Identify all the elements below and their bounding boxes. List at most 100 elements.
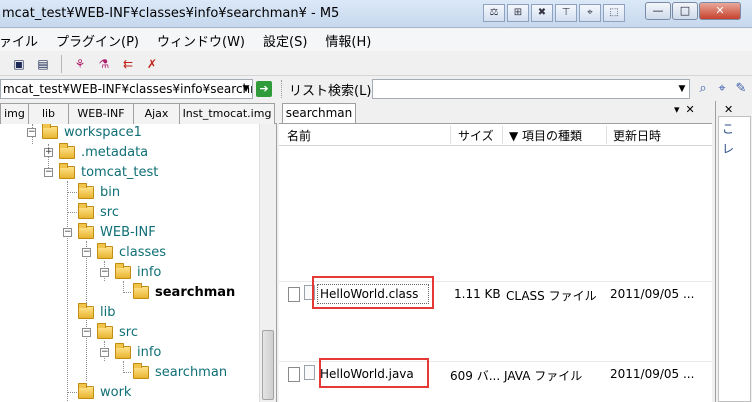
delete-icon[interactable]: ✗ bbox=[143, 55, 161, 73]
tree-node-label: searchman bbox=[155, 364, 228, 380]
tree-node-classes[interactable]: − classes bbox=[82, 242, 166, 262]
layout-icon-1[interactable]: ⚖ bbox=[483, 4, 505, 22]
tab-searchman[interactable]: searchman bbox=[282, 103, 356, 123]
menu-file[interactable]: ファイル bbox=[0, 31, 38, 50]
address-dropdown-icon[interactable]: ▼ bbox=[240, 81, 252, 97]
expand-icon[interactable]: + bbox=[44, 147, 53, 157]
file-date: 2011/09/05 ... bbox=[610, 367, 695, 381]
search-advanced-icon[interactable]: ⌖ bbox=[713, 80, 731, 98]
layout-icon-3[interactable]: ✖ bbox=[531, 4, 553, 22]
file-size: 1.11 KB bbox=[454, 287, 501, 301]
column-separator bbox=[450, 126, 451, 144]
layout-icon-4[interactable]: ⊤ bbox=[555, 4, 577, 22]
collapse-icon[interactable]: − bbox=[82, 247, 91, 257]
side-panel-content: こ レ bbox=[718, 116, 751, 402]
move-icon[interactable]: ⇇ bbox=[119, 55, 137, 73]
file-checkbox[interactable] bbox=[288, 287, 300, 302]
tab-inst-tmocat-img[interactable]: Inst_tmocat.img bbox=[179, 103, 275, 124]
tree-connector bbox=[67, 181, 68, 401]
tree-node-info-2[interactable]: − info bbox=[100, 342, 161, 362]
collapse-icon[interactable]: − bbox=[27, 127, 36, 137]
panel-close-icon[interactable]: ✕ bbox=[724, 103, 733, 116]
folder-icon bbox=[78, 222, 94, 239]
tree-node-label: .metadata bbox=[81, 144, 149, 160]
toolbar-separator bbox=[61, 54, 62, 73]
folder-icon bbox=[97, 242, 113, 259]
search-dropdown-icon[interactable]: ▼ bbox=[676, 81, 688, 97]
tree-node-label: work bbox=[100, 384, 132, 400]
tree-node-label: src bbox=[119, 324, 138, 340]
tree-node-metadata[interactable]: + .metadata bbox=[44, 142, 148, 162]
close-button[interactable]: ✕ bbox=[699, 2, 741, 20]
pencil-icon[interactable]: ✎ bbox=[732, 80, 750, 98]
left-pane-tabs: img lib WEB-INF Ajax Inst_tmocat.img bbox=[0, 103, 277, 124]
collapse-icon[interactable]: − bbox=[100, 267, 109, 277]
tree-node-label: info bbox=[137, 264, 162, 280]
tab-img[interactable]: img bbox=[0, 103, 29, 124]
folder-icon bbox=[78, 302, 94, 319]
monitor-icon[interactable]: ▣ bbox=[10, 55, 28, 73]
window-title: mcat_test¥WEB-INF¥classes¥info¥searchman… bbox=[2, 6, 340, 21]
search-icon[interactable]: ⌕ bbox=[694, 80, 712, 98]
go-arrow-icon[interactable]: ➔ bbox=[256, 81, 272, 97]
column-header: 名前 サイズ ▼ 項目の種類 更新日時 bbox=[279, 124, 712, 146]
tree-node-searchman-selected[interactable]: searchman bbox=[133, 282, 235, 302]
side-panel-item[interactable]: レ bbox=[722, 140, 734, 157]
tree-node-src-2[interactable]: − src bbox=[82, 322, 138, 342]
tab-close-icon[interactable]: ✕ bbox=[686, 103, 695, 116]
menu-settings[interactable]: 設定(S) bbox=[263, 31, 307, 50]
menu-window[interactable]: ウィンドウ(W) bbox=[157, 31, 245, 50]
tree-node-lib[interactable]: lib bbox=[78, 302, 115, 322]
tree-node-web-inf[interactable]: − WEB-INF bbox=[63, 222, 156, 242]
tree-node-workspace1[interactable]: − workspace1 bbox=[27, 124, 142, 142]
minimize-button[interactable]: — bbox=[645, 2, 671, 20]
tab-lib[interactable]: lib bbox=[28, 103, 69, 124]
tree-node-info[interactable]: − info bbox=[100, 262, 161, 282]
list-search-input[interactable] bbox=[372, 79, 690, 99]
folder-icon bbox=[115, 342, 131, 359]
collapse-icon[interactable]: − bbox=[63, 227, 72, 237]
file-type: CLASS ファイル bbox=[506, 289, 597, 303]
highlight-box-class-file bbox=[312, 276, 434, 309]
tree-node-work[interactable]: work bbox=[78, 382, 131, 402]
menu-plugin[interactable]: プラグイン(P) bbox=[56, 31, 139, 50]
tree-scrollbar-thumb[interactable] bbox=[262, 330, 274, 400]
tree-connector bbox=[123, 292, 131, 293]
tree-node-bin[interactable]: bin bbox=[78, 182, 120, 202]
menu-info[interactable]: 情報(H) bbox=[325, 31, 371, 50]
layout-icon-5[interactable]: ⌖ bbox=[579, 4, 601, 22]
tree-node-label: workspace1 bbox=[64, 124, 142, 140]
collapse-icon[interactable]: − bbox=[100, 347, 109, 357]
layout-icon-2[interactable]: ⊞ bbox=[507, 4, 529, 22]
tab-dropdown-icon[interactable]: ▾ bbox=[674, 103, 680, 116]
copy-icon[interactable]: ⚘ bbox=[71, 55, 89, 73]
tree-node-src[interactable]: src bbox=[78, 202, 119, 222]
folder-icon bbox=[59, 142, 75, 159]
folder-icon bbox=[78, 382, 94, 399]
column-size[interactable]: サイズ bbox=[458, 127, 494, 144]
file-icon bbox=[304, 365, 315, 380]
tree-scrollbar[interactable] bbox=[259, 124, 276, 402]
column-type[interactable]: ▼ 項目の種類 bbox=[509, 127, 582, 144]
tab-ajax[interactable]: Ajax bbox=[133, 103, 180, 124]
column-separator bbox=[606, 126, 607, 144]
folder-icon bbox=[78, 182, 94, 199]
paste-icon[interactable]: ⚗ bbox=[95, 55, 113, 73]
side-panel-item[interactable]: こ bbox=[722, 120, 734, 137]
tree-node-label: searchman bbox=[155, 284, 236, 300]
column-date[interactable]: 更新日時 bbox=[613, 127, 661, 144]
collapse-icon[interactable]: − bbox=[82, 327, 91, 337]
folder-icon bbox=[133, 282, 149, 299]
tree-node-tomcat-test[interactable]: − tomcat_test bbox=[44, 162, 158, 182]
maximize-button[interactable]: □ bbox=[672, 2, 698, 20]
layout-icon-6[interactable]: ⬚ bbox=[603, 4, 625, 22]
collapse-icon[interactable]: − bbox=[44, 167, 53, 177]
file-size: 609 バ... bbox=[450, 369, 501, 383]
tree-node-searchman-2[interactable]: searchman bbox=[133, 362, 227, 382]
split-view-icon[interactable]: ▤ bbox=[34, 55, 52, 73]
tab-web-inf[interactable]: WEB-INF bbox=[68, 103, 134, 124]
file-checkbox[interactable] bbox=[288, 367, 300, 382]
column-name[interactable]: 名前 bbox=[287, 127, 311, 144]
address-input[interactable]: mcat_test¥WEB-INF¥classes¥info¥searchman… bbox=[0, 79, 253, 99]
folder-icon bbox=[115, 262, 131, 279]
